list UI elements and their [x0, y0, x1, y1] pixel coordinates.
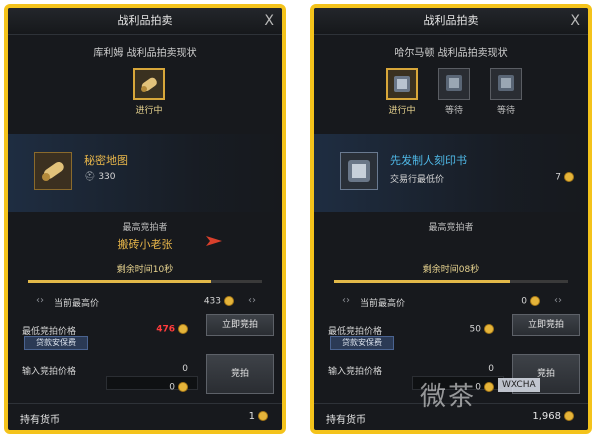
auction-queue: 进行中 等待 等待 — [314, 68, 588, 128]
time-progress-fill — [334, 280, 510, 283]
auction-panel-right: 战利品拍卖 X 哈尔马顿 战利品拍卖现状 进行中 等待 等待 先发制人刻印书 交… — [310, 4, 592, 434]
input-bid-value[interactable]: 0 — [182, 364, 188, 374]
queue-status-label: 等待 — [444, 106, 463, 116]
queue-status-label: 进行中 — [388, 106, 416, 116]
coin-icon — [484, 324, 494, 334]
chevron-right-icon[interactable]: ‹› — [554, 295, 562, 306]
coin-icon — [564, 411, 574, 421]
book-icon — [490, 68, 522, 100]
current-bid-value: 0 — [521, 296, 540, 307]
close-icon[interactable]: X — [264, 8, 274, 34]
queue-status-label: 等待 — [496, 106, 515, 116]
min-bid-value: 50 — [470, 324, 494, 335]
currency-value: 1 — [249, 411, 268, 422]
buy-now-button[interactable]: 立即竞拍 — [206, 314, 274, 336]
book-icon — [438, 68, 470, 100]
coin-icon — [258, 411, 268, 421]
engraving-book-icon — [340, 152, 378, 190]
watermark-text: 微茶 — [420, 382, 477, 412]
bid-arrow-icon — [206, 236, 222, 246]
map-scroll-icon — [34, 152, 72, 190]
current-bid-value: 433 — [204, 296, 234, 307]
input-bid-label: 输入竞拍价格 — [22, 367, 77, 377]
time-progress-fill — [28, 280, 211, 283]
top-bidder-name: 搬砖小老张 — [117, 238, 173, 251]
panel-title: 战利品拍卖 X — [314, 8, 588, 35]
chevron-left-icon[interactable]: ‹› — [36, 295, 44, 306]
item-name: 秘密地图 — [84, 154, 128, 167]
market-price-label: 交易行最低价 — [390, 175, 445, 185]
item-name: 先发制人刻印书 — [390, 154, 467, 167]
bid-button[interactable]: 竞拍 — [206, 354, 274, 394]
input-bid-value[interactable]: 0 — [488, 364, 494, 374]
current-bid-row: ‹› 当前最高价 433 ‹› — [8, 292, 282, 312]
title-text: 战利品拍卖 — [117, 14, 173, 27]
remaining-time: 剩余时间10秒 — [116, 265, 174, 275]
time-progress-bar — [28, 280, 262, 283]
title-text: 战利品拍卖 — [423, 14, 479, 27]
top-bidder-label: 最高竞拍者 — [428, 223, 474, 233]
coin-icon — [178, 382, 188, 392]
currency-label: 持有货币 — [326, 415, 366, 426]
auction-item-row: 秘密地图 ⛑ 330 — [8, 134, 282, 212]
currency-row: 持有货币 1 — [8, 403, 282, 430]
auction-item-row: 先发制人刻印书 交易行最低价 7 — [314, 134, 588, 212]
auction-queue: 进行中 — [8, 68, 282, 128]
item-level-value: 330 — [98, 172, 116, 182]
close-icon[interactable]: X — [570, 8, 580, 34]
chevron-left-icon[interactable]: ‹› — [342, 295, 350, 306]
payment-protect-button[interactable]: 贷款安保费 — [24, 336, 88, 350]
current-bid-row: ‹› 当前最高价 0 ‹› — [314, 292, 588, 312]
coin-icon — [178, 324, 188, 334]
item-level: ⛑ 330 — [84, 172, 116, 182]
time-progress-bar — [334, 280, 568, 283]
market-price-value: 7 — [555, 172, 574, 183]
buy-now-button[interactable]: 立即竞拍 — [512, 314, 580, 336]
current-bid-label: 当前最高价 — [54, 299, 100, 309]
queue-item-1[interactable]: 进行中 — [384, 68, 420, 116]
payment-protect-button[interactable]: 贷款安保费 — [330, 336, 394, 350]
watermark-tag: WXCHA — [498, 378, 540, 392]
auction-status-subtitle: 库利姆 战利品拍卖现状 — [93, 48, 197, 59]
remaining-time: 剩余时间08秒 — [422, 265, 480, 275]
panel-title: 战利品拍卖 X — [8, 8, 282, 35]
currency-value: 1,968 — [532, 411, 574, 422]
book-icon — [386, 68, 418, 100]
top-bidder-label: 最高竞拍者 — [122, 223, 168, 233]
helmet-icon: ⛑ — [84, 172, 96, 182]
input-bid-value-2: 0 — [475, 382, 494, 393]
queue-item-1[interactable]: 进行中 — [131, 68, 167, 116]
auction-panel-left: 战利品拍卖 X 库利姆 战利品拍卖现状 进行中 秘密地图 ⛑ 330 最高竞拍者… — [4, 4, 286, 434]
coin-icon — [564, 172, 574, 182]
auction-status-subtitle: 哈尔马顿 战利品拍卖现状 — [394, 48, 508, 59]
queue-status-label: 进行中 — [135, 106, 163, 116]
min-bid-value: 476 — [156, 324, 188, 335]
input-bid-label: 输入竞拍价格 — [328, 367, 383, 377]
current-bid-label: 当前最高价 — [360, 299, 406, 309]
input-bid-value-2: 0 — [169, 382, 188, 393]
coin-icon — [224, 296, 234, 306]
queue-item-2[interactable]: 等待 — [436, 68, 472, 116]
scroll-icon — [133, 68, 165, 100]
currency-label: 持有货币 — [20, 415, 60, 426]
coin-icon — [530, 296, 540, 306]
queue-item-3[interactable]: 等待 — [488, 68, 524, 116]
coin-icon — [484, 382, 494, 392]
chevron-right-icon[interactable]: ‹› — [248, 295, 256, 306]
